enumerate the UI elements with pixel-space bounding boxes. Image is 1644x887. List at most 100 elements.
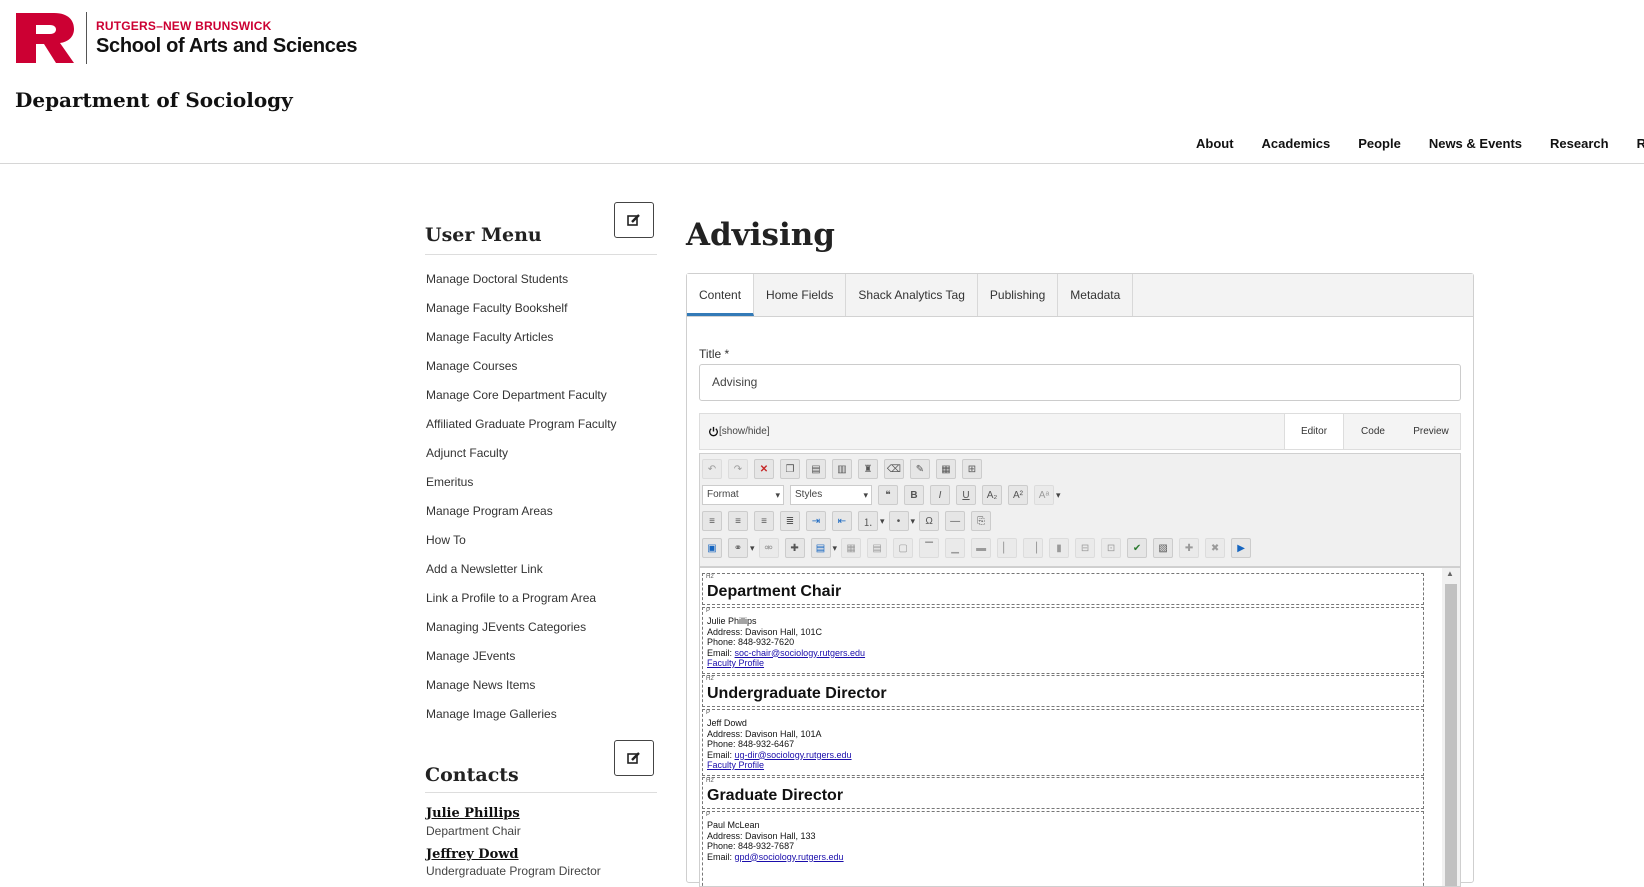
chevron-down-icon[interactable]: ▾ xyxy=(1056,490,1061,501)
superscript-icon[interactable]: A² xyxy=(1008,485,1028,505)
delete-col-icon[interactable]: ▮ xyxy=(1049,538,1070,558)
blockquote-icon[interactable]: ❝ xyxy=(878,485,898,505)
menu-item-image-galleries[interactable]: Manage Image Galleries xyxy=(426,705,617,734)
styles-dropdown[interactable]: Styles xyxy=(790,485,872,505)
split-cells-icon[interactable]: ⊟ xyxy=(1075,538,1096,558)
tab-home-fields[interactable]: Home Fields xyxy=(754,274,847,316)
email-link[interactable]: gpd@sociology.rutgers.edu xyxy=(735,852,844,862)
align-right-icon[interactable]: ≡ xyxy=(754,511,774,531)
tab-metadata[interactable]: Metadata xyxy=(1058,274,1134,316)
nav-academics[interactable]: Academics xyxy=(1262,136,1331,151)
paste-icon[interactable]: ▤ xyxy=(806,459,826,479)
nav-people[interactable]: People xyxy=(1358,136,1401,151)
clean-icon[interactable]: ✎ xyxy=(910,459,930,479)
menu-item-doctoral-students[interactable]: Manage Doctoral Students xyxy=(426,270,617,299)
menu-item-jevents[interactable]: Manage JEvents xyxy=(426,647,617,676)
align-center-icon[interactable]: ≡ xyxy=(728,511,748,531)
subscript-icon[interactable]: A₂ xyxy=(982,485,1002,505)
contact-name[interactable]: Jeffrey Dowd xyxy=(426,847,519,862)
email-link[interactable]: soc-chair@sociology.rutgers.edu xyxy=(735,648,866,658)
scrollbar-thumb[interactable] xyxy=(1445,584,1457,886)
nav-research[interactable]: Research xyxy=(1550,136,1609,151)
chevron-down-icon[interactable]: ▾ xyxy=(880,516,885,527)
remove-format-icon[interactable]: ⌫ xyxy=(884,459,904,479)
row-props-icon[interactable]: ▤ xyxy=(867,538,888,558)
find-icon[interactable]: ♜ xyxy=(858,459,878,479)
title-input[interactable]: Advising xyxy=(699,364,1461,401)
numbered-list-icon[interactable]: ⒈ xyxy=(858,511,878,531)
bullet-list-icon[interactable]: • xyxy=(888,511,909,531)
user-menu-edit-button[interactable] xyxy=(614,202,654,238)
redo-icon[interactable]: ↷ xyxy=(728,459,748,479)
bold-icon[interactable]: B xyxy=(904,485,924,505)
align-left-icon[interactable]: ≡ xyxy=(702,511,722,531)
delete-row-icon[interactable]: ▬ xyxy=(971,538,992,558)
add-file-icon[interactable]: ✚ xyxy=(1179,538,1200,558)
paste-text-icon[interactable]: ▥ xyxy=(832,459,852,479)
toggle-editor[interactable]: [show/hide] xyxy=(708,426,770,437)
tab-publishing[interactable]: Publishing xyxy=(978,274,1059,316)
rutgers-logo[interactable] xyxy=(14,11,76,65)
template-icon[interactable]: ▧ xyxy=(1153,538,1174,558)
table-icon[interactable]: ▤ xyxy=(810,538,831,558)
media-icon[interactable]: ▶ xyxy=(1231,538,1252,558)
department-title[interactable]: Department of Sociology xyxy=(15,88,293,112)
contacts-edit-button[interactable] xyxy=(614,740,654,776)
copy-icon[interactable]: ❐ xyxy=(780,459,800,479)
editor-content-area[interactable]: H2 Department Chair P Julie Phillips Add… xyxy=(699,567,1461,887)
spellcheck-icon[interactable]: ✔ xyxy=(1127,538,1148,558)
page-break-icon[interactable]: ⎘ xyxy=(971,511,992,531)
menu-item-program-areas[interactable]: Manage Program Areas xyxy=(426,502,617,531)
brand-university[interactable]: RUTGERS–NEW BRUNSWICK xyxy=(96,19,272,33)
table-props-icon[interactable]: ▦ xyxy=(841,538,862,558)
italic-icon[interactable]: I xyxy=(930,485,950,505)
menu-item-newsletter-link[interactable]: Add a Newsletter Link xyxy=(426,560,617,589)
nav-resources[interactable]: Re xyxy=(1637,136,1644,151)
chevron-down-icon[interactable]: ▾ xyxy=(911,516,916,527)
insert-col-before-icon[interactable]: ▏ xyxy=(997,538,1018,558)
cut-icon[interactable]: ✕ xyxy=(754,459,774,479)
scroll-up-icon[interactable]: ▲ xyxy=(1446,569,1454,578)
table-grid-icon[interactable]: ⊞ xyxy=(962,459,982,479)
email-link[interactable]: ug-dir@sociology.rutgers.edu xyxy=(735,750,852,760)
remove-file-icon[interactable]: ✖ xyxy=(1205,538,1226,558)
menu-item-affiliated-faculty[interactable]: Affiliated Graduate Program Faculty xyxy=(426,415,617,444)
anchor-icon[interactable]: ✚ xyxy=(784,538,805,558)
menu-item-link-profile[interactable]: Link a Profile to a Program Area xyxy=(426,589,617,618)
font-color-icon[interactable]: Aᵃ xyxy=(1034,485,1054,505)
nav-news-events[interactable]: News & Events xyxy=(1429,136,1522,151)
indent-icon[interactable]: ⇥ xyxy=(806,511,826,531)
mode-editor[interactable]: Editor xyxy=(1284,414,1344,449)
horizontal-rule-icon[interactable]: — xyxy=(945,511,966,531)
menu-item-emeritus[interactable]: Emeritus xyxy=(426,473,617,502)
justify-icon[interactable]: ≣ xyxy=(780,511,800,531)
chevron-down-icon[interactable]: ▾ xyxy=(750,543,755,554)
outdent-icon[interactable]: ⇤ xyxy=(832,511,852,531)
faculty-profile-link[interactable]: Faculty Profile xyxy=(707,760,852,771)
special-char-icon[interactable]: Ω xyxy=(919,511,940,531)
menu-item-how-to[interactable]: How To xyxy=(426,531,617,560)
faculty-profile-link[interactable]: Faculty Profile xyxy=(707,658,865,669)
link-icon[interactable]: ⚭ xyxy=(728,538,748,558)
undo-icon[interactable]: ↶ xyxy=(702,459,722,479)
tab-content[interactable]: Content xyxy=(687,274,755,316)
image-icon[interactable]: ▣ xyxy=(702,538,722,558)
merge-cells-icon[interactable]: ⊡ xyxy=(1101,538,1122,558)
menu-item-courses[interactable]: Manage Courses xyxy=(426,357,617,386)
menu-item-core-faculty[interactable]: Manage Core Department Faculty xyxy=(426,386,617,415)
underline-icon[interactable]: U xyxy=(956,485,976,505)
insert-col-after-icon[interactable]: ▕ xyxy=(1023,538,1044,558)
menu-item-faculty-articles[interactable]: Manage Faculty Articles xyxy=(426,328,617,357)
insert-row-after-icon[interactable]: ▁ xyxy=(945,538,966,558)
unlink-icon[interactable]: ⚮ xyxy=(758,538,779,558)
menu-item-jevents-categories[interactable]: Managing JEvents Categories xyxy=(426,618,617,647)
mode-code[interactable]: Code xyxy=(1344,414,1402,449)
tab-shack-analytics[interactable]: Shack Analytics Tag xyxy=(846,274,978,316)
menu-item-faculty-bookshelf[interactable]: Manage Faculty Bookshelf xyxy=(426,299,617,328)
document-icon[interactable]: ▦ xyxy=(936,459,956,479)
chevron-down-icon[interactable]: ▾ xyxy=(833,543,838,554)
insert-row-before-icon[interactable]: ▔ xyxy=(919,538,940,558)
mode-preview[interactable]: Preview xyxy=(1402,414,1460,449)
nav-about[interactable]: About xyxy=(1196,136,1234,151)
menu-item-news-items[interactable]: Manage News Items xyxy=(426,676,617,705)
